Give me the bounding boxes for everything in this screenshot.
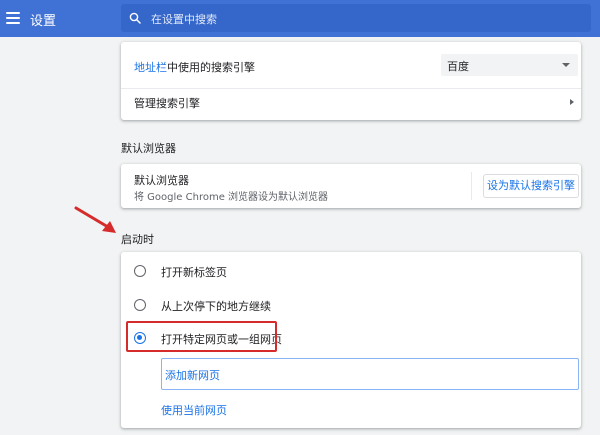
- use-current-pages-link[interactable]: 使用当前网页: [161, 402, 227, 418]
- radio-button[interactable]: [134, 299, 146, 311]
- manage-search-engines-row[interactable]: 管理搜索引擎: [121, 89, 581, 120]
- default-browser-row-subtitle: 将 Google Chrome 浏览器设为默认浏览器: [134, 192, 329, 203]
- address-bar-engine-row: 地址栏中使用的搜索引擎 百度: [121, 42, 581, 88]
- red-arrow-annotation: [74, 206, 116, 233]
- manage-search-engines-label: 管理搜索引擎: [134, 97, 200, 110]
- dropdown-caret-icon: [562, 63, 570, 67]
- search-input-placeholder[interactable]: 在设置中搜索: [151, 11, 217, 27]
- hamburger-menu-icon[interactable]: [6, 10, 20, 26]
- add-new-page-label[interactable]: 添加新网页: [165, 367, 220, 383]
- default-browser-card: 默认浏览器 将 Google Chrome 浏览器设为默认浏览器 设为默认搜索引…: [121, 164, 581, 208]
- app-title: 设置: [30, 14, 57, 29]
- startup-option-new-tab[interactable]: 打开新标签页: [121, 258, 581, 286]
- search-engine-select[interactable]: 百度: [441, 54, 578, 76]
- radio-button[interactable]: [134, 265, 146, 277]
- search-icon: [129, 12, 141, 24]
- search-engine-selected-value: 百度: [447, 60, 469, 73]
- on-startup-section-title: 启动时: [121, 233, 154, 246]
- top-app-bar: 设置 在设置中搜索: [0, 0, 600, 37]
- red-highlight-box: [126, 321, 277, 352]
- address-bar-engine-label: 地址栏中使用的搜索引擎: [134, 61, 255, 74]
- set-default-button[interactable]: 设为默认搜索引擎: [483, 174, 579, 198]
- vertical-divider: [471, 172, 472, 200]
- address-bar-link[interactable]: 地址栏: [134, 61, 167, 74]
- default-browser-section-title: 默认浏览器: [121, 142, 176, 155]
- startup-option-continue[interactable]: 从上次停下的地方继续: [121, 292, 581, 320]
- startup-option-label: 从上次停下的地方继续: [161, 300, 271, 313]
- add-new-page-field[interactable]: 添加新网页: [161, 358, 579, 390]
- settings-search-box[interactable]: 在设置中搜索: [121, 4, 591, 32]
- default-browser-row-title: 默认浏览器: [134, 174, 189, 187]
- chevron-right-icon: [570, 99, 574, 105]
- startup-option-label: 打开新标签页: [161, 266, 227, 279]
- search-engine-card: 地址栏中使用的搜索引擎 百度 管理搜索引擎: [121, 42, 581, 120]
